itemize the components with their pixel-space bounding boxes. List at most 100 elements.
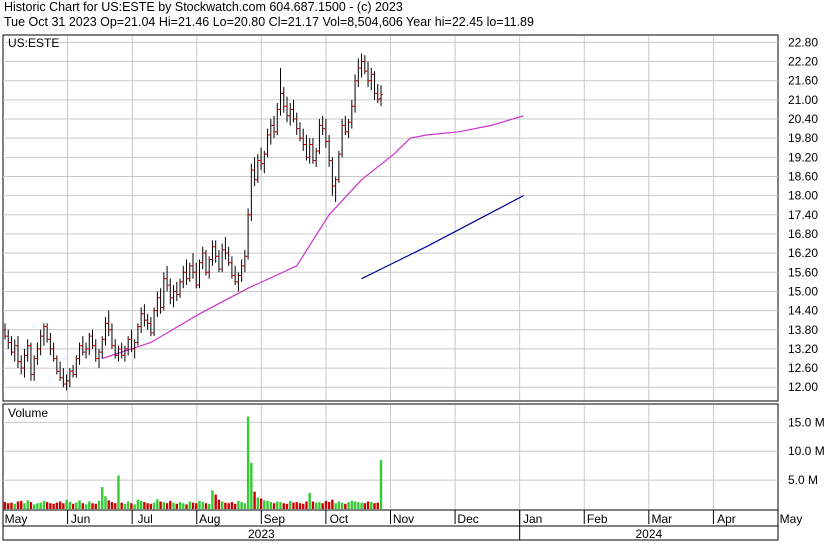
volume-bar	[123, 503, 127, 509]
price-tick-label: 19.80	[788, 131, 818, 145]
month-label: Jan	[523, 512, 542, 526]
volume-tick-label: 5.0 M	[788, 473, 818, 487]
volume-bar	[23, 503, 26, 509]
volume-bar	[327, 502, 331, 509]
volume-bar	[62, 503, 65, 509]
volume-bar	[107, 500, 110, 509]
volume-bar	[227, 503, 230, 509]
volume-bar	[110, 502, 114, 509]
volume-bar	[376, 502, 379, 509]
month-label: May	[5, 512, 28, 526]
price-tick-label: 21.00	[788, 93, 818, 107]
volume-bar	[363, 503, 366, 509]
volume-bar	[298, 503, 302, 509]
volume-bar	[58, 501, 62, 509]
price-tick-label: 20.40	[788, 112, 818, 126]
volume-bar	[188, 501, 191, 509]
volume-bar	[334, 503, 337, 509]
volume-bar	[240, 502, 243, 509]
volume-bar	[94, 503, 97, 509]
volume-bar	[68, 502, 72, 509]
price-tick-label: 18.00	[788, 189, 818, 203]
volume-bar	[353, 501, 357, 509]
volume-tick-label: 15.0 M	[788, 415, 825, 429]
price-tick-label: 12.00	[788, 380, 818, 394]
month-label: May	[780, 512, 803, 526]
volume-bar	[97, 500, 101, 509]
price-tick-label: 21.60	[788, 74, 818, 88]
volume-bar	[52, 503, 55, 509]
volume-bar	[214, 494, 217, 509]
volume-bar	[311, 501, 315, 509]
volume-bar	[279, 502, 282, 509]
month-label: Feb	[587, 512, 608, 526]
volume-bar	[379, 459, 383, 509]
volume-bar	[366, 501, 370, 509]
volume-bar	[139, 500, 143, 509]
price-tick-label: 16.20	[788, 246, 818, 260]
price-tick-label: 15.60	[788, 265, 818, 279]
volume-bar	[120, 502, 123, 509]
volume-tick-label: 10.0 M	[788, 444, 825, 458]
volume-bar	[126, 501, 130, 509]
volume-bar	[208, 503, 211, 509]
volume-bar	[337, 501, 341, 509]
volume-bar	[269, 502, 272, 509]
volume-bar	[156, 499, 159, 509]
price-tick-label: 22.20	[788, 55, 818, 69]
volume-bar	[175, 503, 178, 509]
volume-bar	[13, 503, 16, 509]
volume-bar	[344, 503, 347, 509]
month-label: Mar	[651, 512, 672, 526]
symbol-label: US:ESTE	[8, 36, 59, 50]
volume-bar	[55, 502, 59, 509]
volume-bar	[295, 502, 298, 509]
price-tick-label: 22.80	[788, 35, 818, 49]
volume-bar	[318, 502, 321, 509]
volume-bar	[117, 475, 120, 509]
volume-bar	[211, 490, 214, 509]
volume-bar	[204, 503, 208, 509]
year-label: 2024	[635, 527, 662, 541]
volume-bar	[314, 502, 318, 509]
volume-bar	[292, 502, 295, 509]
volume-bar	[26, 500, 29, 509]
volume-bar	[220, 501, 224, 509]
volume-bar	[42, 500, 46, 509]
volume-bar	[81, 503, 84, 509]
volume-bar	[191, 502, 195, 509]
volume-bar	[233, 503, 237, 509]
volume-bar	[263, 500, 266, 509]
volume-bar	[305, 501, 308, 509]
price-tick-label: 19.20	[788, 150, 818, 164]
month-label: Oct	[330, 512, 349, 526]
volume-bar	[165, 503, 169, 509]
volume-bar	[302, 503, 305, 509]
volume-bar	[370, 502, 373, 509]
price-tick-label: 15.00	[788, 284, 818, 298]
volume-bar	[250, 462, 253, 509]
price-tick-label: 18.60	[788, 169, 818, 183]
month-label: Jul	[137, 512, 152, 526]
volume-bar	[253, 491, 256, 509]
volume-bar	[172, 502, 175, 509]
volume-bar	[88, 501, 91, 509]
volume-bar	[289, 500, 292, 509]
volume-bar	[331, 499, 334, 509]
volume-bar	[276, 501, 279, 509]
price-tick-label: 12.60	[788, 361, 818, 375]
volume-bar	[162, 502, 166, 509]
volume-bar	[198, 500, 201, 509]
volume-bar	[340, 502, 344, 509]
volume-bar	[246, 416, 250, 509]
volume-bar	[237, 500, 240, 509]
price-tick-label: 14.40	[788, 304, 818, 318]
volume-bar	[29, 502, 33, 509]
volume-bar	[282, 503, 285, 509]
volume-bar	[101, 487, 104, 509]
volume-bar	[39, 502, 42, 509]
month-label: Sep	[264, 512, 286, 526]
month-label: Nov	[393, 512, 414, 526]
volume-label: Volume	[8, 406, 48, 420]
volume-bar	[149, 503, 153, 509]
